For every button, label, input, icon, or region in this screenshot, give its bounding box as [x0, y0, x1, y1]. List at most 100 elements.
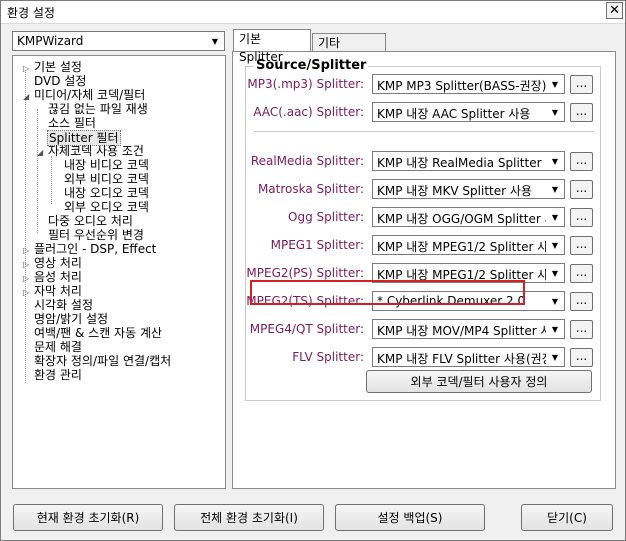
splitter-label: MP3(.mp3) Splitter: [247, 77, 364, 91]
splitter-options-button[interactable]: ... [570, 292, 593, 311]
tree-item[interactable]: DVD 설정 [23, 74, 87, 88]
splitter-label: AAC(.aac) Splitter: [253, 105, 364, 119]
backup-settings-button[interactable]: 설정 백업(S) [335, 504, 485, 531]
tree-item[interactable]: ▷ 기본 설정 [23, 60, 83, 74]
group-separator [254, 131, 594, 132]
splitter-label: MPEG2(TS) Splitter: [246, 294, 364, 308]
chevron-down-icon: ▼ [551, 212, 559, 222]
splitter-dropdown[interactable]: KMP 내장 MOV/MP4 Splitter 사용 ▼ [372, 319, 565, 339]
chevron-down-icon: ▼ [551, 184, 559, 194]
tree-item-label: 시각화 설정 [34, 298, 94, 312]
splitter-options-button[interactable]: ... [570, 348, 593, 367]
splitter-label: MPEG4/QT Splitter: [249, 322, 364, 336]
tree-item[interactable]: 환경 관리 [23, 368, 83, 382]
splitter-options-button[interactable]: ... [570, 320, 593, 339]
reset-current-button-label: 현재 환경 초기화(R) [36, 511, 140, 525]
tree-item-label: 환경 관리 [34, 368, 82, 382]
tree-item-label: 자체코덱 사용 조건 [48, 144, 144, 158]
tree-item[interactable]: 다중 오디오 처리 [37, 214, 134, 228]
close-icon: ✕ [609, 3, 620, 18]
tree-item[interactable]: 내장 오디오 코덱 [53, 186, 150, 200]
reset-current-button[interactable]: 현재 환경 초기화(R) [13, 504, 163, 531]
tree-item-label: 끊김 없는 파일 재생 [48, 102, 148, 116]
chevron-down-icon: ▼ [551, 268, 559, 278]
splitter-options-button[interactable]: ... [570, 152, 593, 171]
splitter-dropdown[interactable]: KMP 내장 AAC Splitter 사용 ▼ [372, 102, 565, 122]
tree-item[interactable]: 여백/팬 & 스캔 자동 계산 [23, 326, 163, 340]
close-window-button[interactable]: ✕ [606, 2, 623, 19]
splitter-dropdown[interactable]: * Cyberlink Demuxer 2.0 ▼ [372, 291, 565, 311]
tree-item-label: 소스 필터 [48, 116, 96, 130]
tree-item-label: 외부 비디오 코덱 [64, 172, 149, 186]
collapse-icon[interactable]: ◢ [23, 90, 33, 104]
splitter-dropdown[interactable]: KMP MP3 Splitter(BASS-권장) ▼ [372, 74, 565, 94]
splitter-options-button[interactable]: ... [570, 180, 593, 199]
tree-item-label: 여백/팬 & 스캔 자동 계산 [34, 326, 163, 340]
reset-all-button[interactable]: 전체 환경 초기화(I) [174, 504, 324, 531]
splitter-dropdown-value: KMP 내장 MOV/MP4 Splitter 사용 [377, 324, 546, 338]
chevron-down-icon: ▼ [211, 36, 219, 46]
chevron-down-icon: ▼ [551, 156, 559, 166]
tree-item-label: 플러그인 - DSP, Effect [34, 242, 157, 256]
splitter-dropdown[interactable]: KMP 내장 OGG/OGM Splitter 사용 ▼ [372, 207, 565, 227]
splitter-dropdown-value: * Cyberlink Demuxer 2.0 [377, 294, 526, 308]
tree-item[interactable]: ▷ 영상 처리 [23, 256, 83, 270]
splitter-dropdown-value: KMP 내장 AAC Splitter 사용 [377, 107, 531, 121]
chevron-down-icon: ▼ [551, 352, 559, 362]
tree-item[interactable]: ▷ 자막 처리 [23, 284, 83, 298]
tree-item-label: 내장 오디오 코덱 [64, 186, 149, 200]
tree-item-label: 문제 해결 [34, 340, 82, 354]
splitter-dropdown[interactable]: KMP 내장 MKV Splitter 사용 ▼ [372, 179, 565, 199]
tab-panel: Source/Splitter MP3(.mp3) Splitter: KMP M… [232, 51, 616, 489]
splitter-label: MPEG1 Splitter: [270, 238, 364, 252]
tree-item-label: 명암/밝기 설정 [34, 312, 109, 326]
profile-dropdown-value: KMPWizard [17, 34, 84, 48]
tree-item[interactable]: 시각화 설정 [23, 298, 94, 312]
tree-item[interactable]: 외부 오디오 코덱 [53, 200, 150, 214]
custom-codec-filter-button[interactable]: 외부 코덱/필터 사용자 정의 [366, 370, 592, 393]
splitter-options-button[interactable]: ... [570, 75, 593, 94]
tree-item[interactable]: ◢ 자체코덱 사용 조건 [37, 144, 145, 158]
tree-item[interactable]: ▷ 음성 처리 [23, 270, 83, 284]
close-button[interactable]: 닫기(C) [521, 504, 613, 531]
splitter-dropdown[interactable]: KMP 내장 MPEG1/2 Splitter 사용 ▼ [372, 235, 565, 255]
splitter-dropdown[interactable]: KMP 내장 FLV Splitter 사용(권장) ▼ [372, 347, 565, 367]
tree-item-label: 확장자 정의/파일 연결/캡처 [34, 354, 172, 368]
profile-dropdown[interactable]: KMPWizard ▼ [12, 31, 225, 51]
tree-item[interactable]: 명암/밝기 설정 [23, 312, 109, 326]
splitter-options-button[interactable]: ... [570, 264, 593, 283]
tree-item-label: 필터 우선순위 변경 [48, 228, 144, 242]
tree-item-label: 영상 처리 [34, 256, 82, 270]
settings-tree[interactable]: ▷ 기본 설정 DVD 설정 ◢ 미디어/자체 코덱/필터 끊김 없는 파일 재생 소스 필… [12, 55, 226, 489]
splitter-dropdown[interactable]: KMP 내장 RealMedia Splitter 사용 ▼ [372, 151, 565, 171]
backup-settings-button-label: 설정 백업(S) [377, 511, 443, 525]
splitter-dropdown[interactable]: KMP 내장 MPEG1/2 Splitter 사용 ▼ [372, 263, 565, 283]
chevron-down-icon: ▼ [551, 107, 559, 117]
chevron-down-icon: ▼ [551, 240, 559, 250]
splitter-dropdown-value: KMP 내장 MPEG1/2 Splitter 사용 [377, 240, 546, 254]
tree-item-label: DVD 설정 [34, 74, 87, 88]
tree-item[interactable]: ▷ 플러그인 - DSP, Effect [23, 242, 157, 256]
tree-item[interactable]: 끊김 없는 파일 재생 [37, 102, 149, 116]
collapse-icon[interactable]: ◢ [37, 146, 47, 160]
title-bar: 환경 설정 ✕ [1, 1, 625, 24]
tree-item[interactable]: 필터 우선순위 변경 [37, 228, 145, 242]
splitter-options-button[interactable]: ... [570, 236, 593, 255]
tree-item[interactable]: Splitter 필터 [37, 130, 121, 146]
tree-item[interactable]: 확장자 정의/파일 연결/캡처 [23, 354, 172, 368]
splitter-dropdown-value: KMP 내장 FLV Splitter 사용(권장) [377, 352, 546, 366]
splitter-options-button[interactable]: ... [570, 103, 593, 122]
tree-item[interactable]: 문제 해결 [23, 340, 83, 354]
tree-item[interactable]: ◢ 미디어/자체 코덱/필터 [23, 88, 146, 102]
tree-item-label: 기본 설정 [34, 60, 82, 74]
tree-item[interactable]: 외부 비디오 코덱 [53, 172, 150, 186]
splitter-options-button[interactable]: ... [570, 208, 593, 227]
settings-window: 환경 설정 ✕ KMPWizard ▼ ▷ 기본 설정 DVD 설정 ◢ 미디어/자체 … [0, 0, 626, 541]
splitter-dropdown-value: KMP 내장 OGG/OGM Splitter 사용 [377, 212, 546, 226]
tab-other-splitter[interactable]: 기타 Splitter [312, 33, 386, 68]
tree-item[interactable]: 소스 필터 [37, 116, 97, 130]
tree-item[interactable]: 내장 비디오 코덱 [53, 158, 150, 172]
tab-basic-splitter[interactable]: 기본 Splitter [233, 29, 311, 64]
reset-all-button-label: 전체 환경 초기화(I) [200, 511, 298, 525]
tree-item-label: 음성 처리 [34, 270, 82, 284]
